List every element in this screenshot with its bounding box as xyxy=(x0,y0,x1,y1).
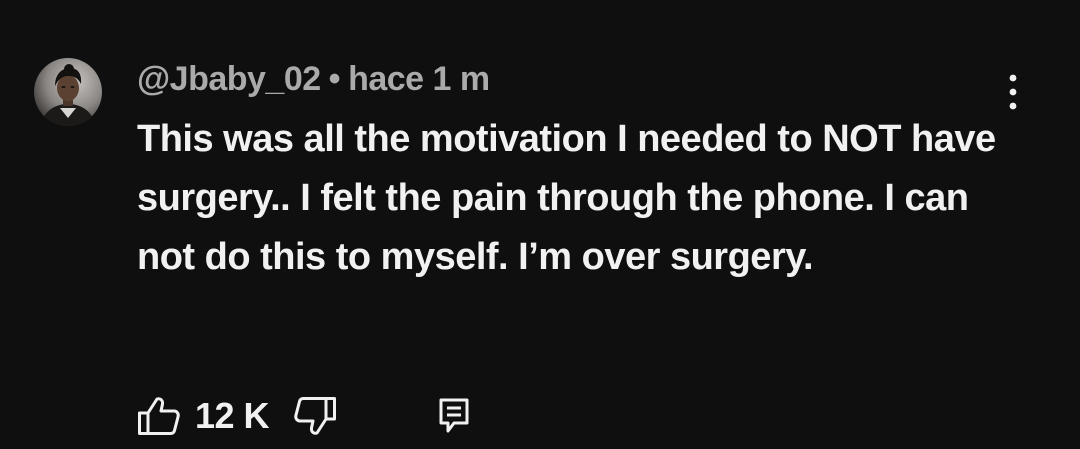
comment-reply-icon xyxy=(439,398,469,433)
more-vert-icon xyxy=(1009,74,1017,110)
meta-separator: • xyxy=(328,59,341,98)
reply-button[interactable] xyxy=(437,390,471,442)
like-button[interactable]: 12 K xyxy=(137,390,270,442)
comment-header: @Jbaby_02 • hace 1 m xyxy=(137,56,490,102)
comment-text: This was all the motivation I needed to … xyxy=(137,118,996,278)
avatar-image xyxy=(34,58,102,126)
dislike-button[interactable] xyxy=(293,390,337,442)
author-name[interactable]: @Jbaby_02 xyxy=(137,60,321,99)
comment-item: @Jbaby_02 • hace 1 m This was all the mo… xyxy=(0,0,1080,449)
more-options-button[interactable] xyxy=(995,68,1031,116)
thumb-down-icon xyxy=(294,397,336,435)
thumb-up-icon xyxy=(138,397,180,435)
comment-actions: 12 K xyxy=(137,390,497,442)
like-count: 12 K xyxy=(195,395,270,436)
timestamp: hace 1 m xyxy=(348,59,490,98)
avatar[interactable] xyxy=(34,58,102,126)
